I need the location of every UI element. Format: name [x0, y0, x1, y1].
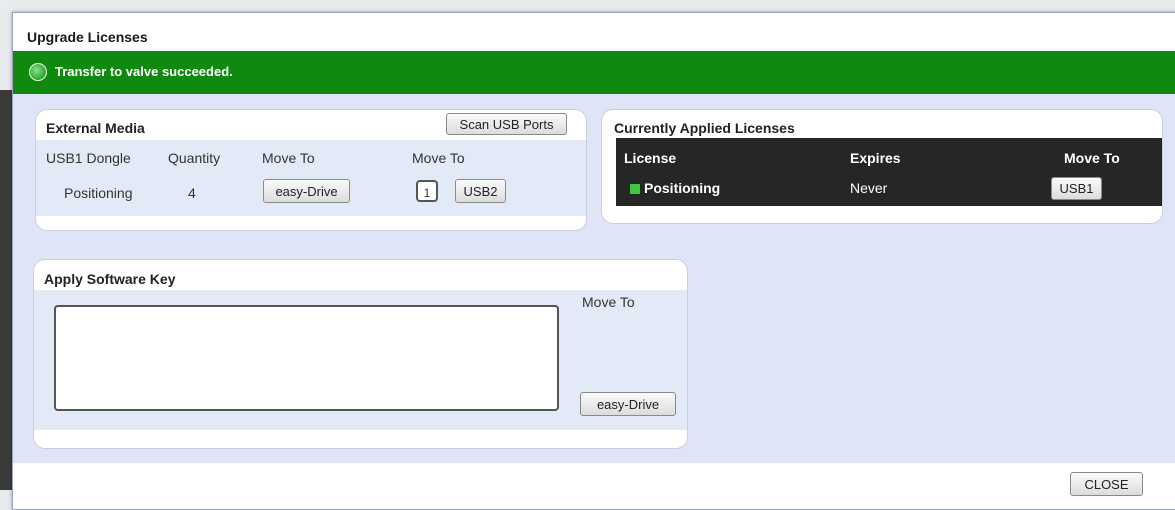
column-license: License	[624, 150, 677, 166]
column-move-to: Move To	[1064, 150, 1120, 166]
key-move-to-label: Move To	[582, 294, 635, 310]
success-indicator-icon	[29, 63, 47, 81]
key-move-to-easy-drive-button[interactable]: easy-Drive	[580, 392, 676, 416]
external-media-title: External Media	[46, 120, 145, 136]
dialog-title-bar: Upgrade Licenses	[13, 13, 1175, 51]
media-license-name: Positioning	[64, 185, 133, 201]
dialog-footer: CLOSE	[13, 463, 1175, 509]
move-to-usb2-button[interactable]: USB2	[455, 179, 506, 203]
header-move-to-2: Move To	[412, 150, 465, 166]
column-expires: Expires	[850, 150, 901, 166]
dialog-title: Upgrade Licenses	[27, 29, 148, 45]
header-quantity: Quantity	[168, 150, 221, 166]
transfer-count-input[interactable]: 1	[416, 180, 438, 202]
scan-usb-ports-button[interactable]: Scan USB Ports	[446, 113, 567, 135]
status-banner: Transfer to valve succeeded.	[13, 51, 1175, 94]
software-key-panel: Apply Software Key Move To easy-Drive	[33, 259, 688, 449]
media-license-quantity: 4	[188, 185, 196, 201]
current-licenses-title: Currently Applied Licenses	[614, 120, 795, 136]
current-licenses-panel: Currently Applied Licenses License Expir…	[601, 109, 1163, 224]
license-active-icon	[630, 184, 640, 194]
external-media-panel: External Media Scan USB Ports USB1 Dongl…	[35, 109, 587, 231]
software-key-input[interactable]	[54, 305, 559, 411]
upgrade-licenses-dialog: Upgrade Licenses Transfer to valve succe…	[12, 12, 1175, 510]
licenses-table: License Expires Move To Positioning Neve…	[616, 138, 1162, 206]
license-name: Positioning	[644, 180, 721, 196]
software-key-title: Apply Software Key	[44, 271, 176, 287]
license-expires: Never	[850, 180, 888, 196]
header-usb1-dongle: USB1 Dongle	[46, 150, 131, 166]
header-move-to-1: Move To	[262, 150, 315, 166]
move-to-easy-drive-button[interactable]: easy-Drive	[263, 179, 350, 203]
close-button[interactable]: CLOSE	[1070, 472, 1143, 496]
move-to-usb1-button[interactable]: USB1	[1051, 177, 1102, 200]
status-message: Transfer to valve succeeded.	[55, 64, 233, 79]
